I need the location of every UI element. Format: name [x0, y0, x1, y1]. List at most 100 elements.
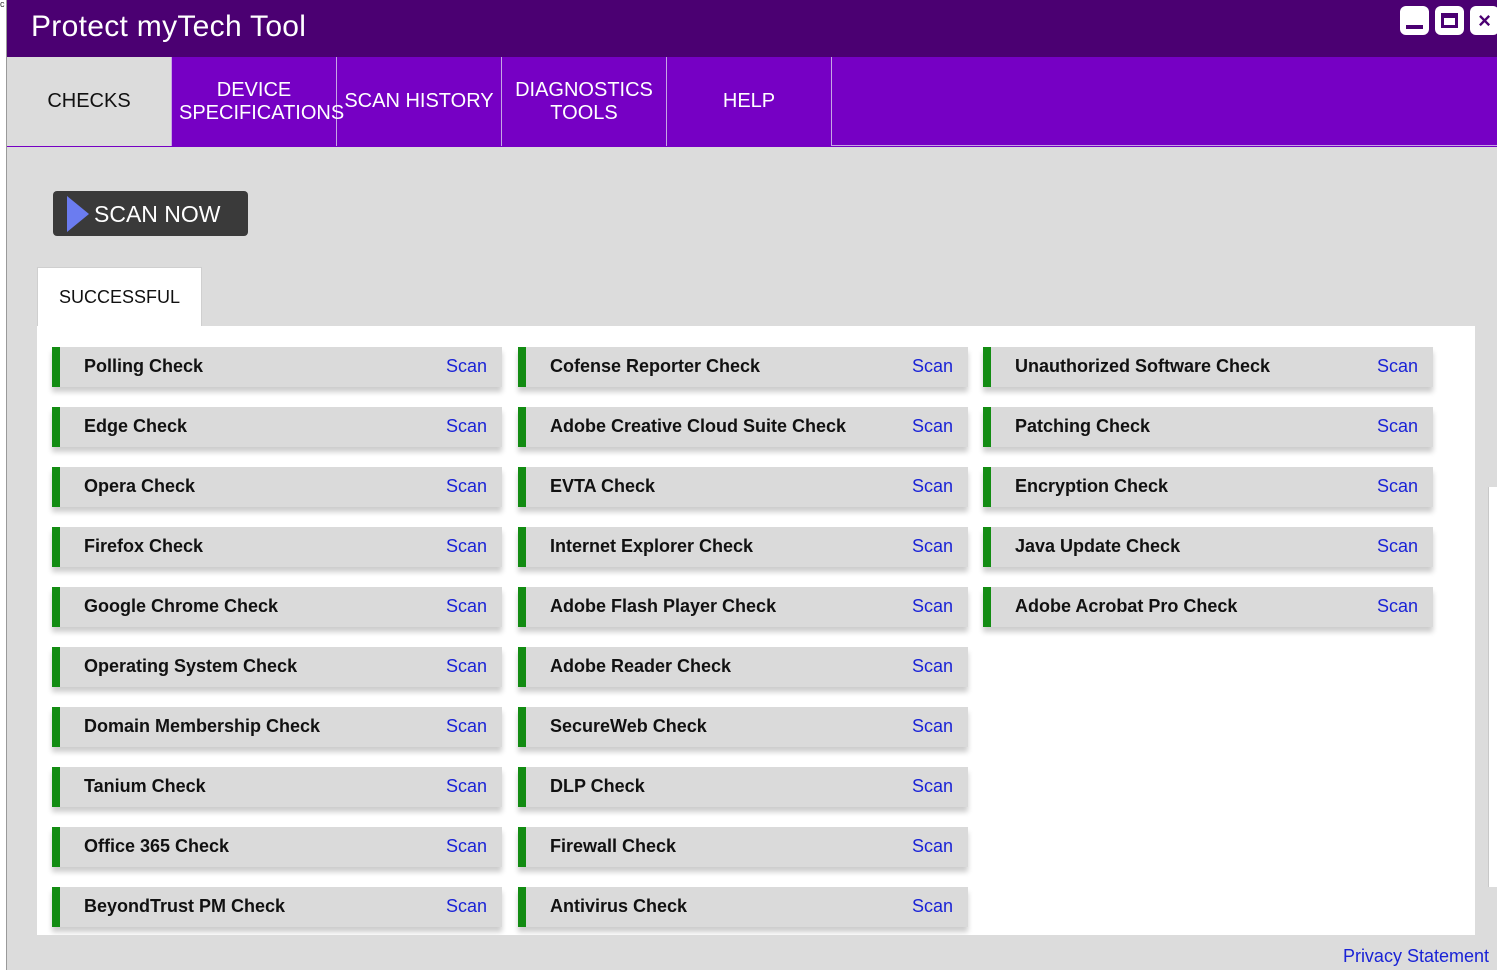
scan-link[interactable]: Scan — [446, 356, 487, 377]
scan-link[interactable]: Scan — [912, 776, 953, 797]
scan-link[interactable]: Scan — [912, 476, 953, 497]
scan-link[interactable]: Scan — [912, 356, 953, 377]
tab-help[interactable]: HELP — [667, 57, 832, 146]
scan-link[interactable]: Scan — [1377, 356, 1418, 377]
check-card-domain-membership-check: Domain Membership Check Scan — [52, 707, 502, 747]
status-indicator — [518, 827, 526, 867]
checks-column-3: Unauthorized Software Check Scan Patching … — [983, 347, 1433, 647]
scan-link[interactable]: Scan — [912, 536, 953, 557]
tab-diagnostics-tools-label: DIAGNOSTICS TOOLS — [515, 78, 653, 124]
close-button[interactable]: × — [1470, 6, 1497, 35]
scan-now-label: SCAN NOW — [94, 201, 221, 227]
tab-scan-history-label: SCAN HISTORY — [344, 90, 494, 112]
check-card-antivirus-check: Antivirus Check Scan — [518, 887, 968, 927]
scan-link[interactable]: Scan — [446, 476, 487, 497]
scan-link[interactable]: Scan — [1377, 596, 1418, 617]
status-indicator — [518, 647, 526, 687]
status-indicator — [983, 347, 991, 387]
scan-link[interactable]: Scan — [1377, 476, 1418, 497]
status-indicator — [983, 527, 991, 567]
tab-diagnostics-tools[interactable]: DIAGNOSTICS TOOLS — [502, 57, 667, 146]
check-name: Edge Check — [84, 416, 188, 436]
check-card-firewall-check: Firewall Check Scan — [518, 827, 968, 867]
check-name: Opera Check — [84, 476, 196, 496]
scan-link[interactable]: Scan — [1377, 536, 1418, 557]
privacy-statement-link[interactable]: Privacy Statement — [1343, 946, 1489, 967]
scan-link[interactable]: Scan — [446, 596, 487, 617]
scan-link[interactable]: Scan — [912, 896, 953, 917]
tab-device-specifications-label: DEVICE SPECIFICATIONS — [179, 78, 345, 124]
tab-checks-label: CHECKS — [47, 90, 131, 112]
check-name: BeyondTrust PM Check — [84, 896, 286, 916]
status-indicator — [518, 767, 526, 807]
check-card-edge-check: Edge Check Scan — [52, 407, 502, 447]
check-card-cofense-reporter-check: Cofense Reporter Check Scan — [518, 347, 968, 387]
status-indicator — [52, 887, 60, 927]
scan-now-button[interactable]: SCAN NOW — [53, 191, 248, 236]
status-indicator — [518, 527, 526, 567]
check-card-operating-system-check: Operating System Check Scan — [52, 647, 502, 687]
title-bar: Protect myTech Tool × — [7, 0, 1497, 57]
check-name: DLP Check — [550, 776, 645, 796]
scan-link[interactable]: Scan — [446, 416, 487, 437]
check-name: Firefox Check — [84, 536, 204, 556]
status-indicator — [52, 767, 60, 807]
check-name: Google Chrome Check — [84, 596, 279, 616]
check-card-tanium-check: Tanium Check Scan — [52, 767, 502, 807]
check-name: Encryption Check — [1015, 476, 1169, 496]
scan-link[interactable]: Scan — [1377, 416, 1418, 437]
check-name: Adobe Creative Cloud Suite Check — [550, 416, 847, 436]
check-name: Operating System Check — [84, 656, 298, 676]
status-indicator — [52, 347, 60, 387]
scan-link[interactable]: Scan — [446, 776, 487, 797]
scan-link[interactable]: Scan — [446, 896, 487, 917]
tab-help-label: HELP — [722, 90, 776, 112]
check-card-adobe-reader-check: Adobe Reader Check Scan — [518, 647, 968, 687]
check-card-adobe-acrobat-pro-check: Adobe Acrobat Pro Check Scan — [983, 587, 1433, 627]
check-name: Adobe Acrobat Pro Check — [1015, 596, 1238, 616]
check-name: Domain Membership Check — [84, 716, 321, 736]
tab-device-specifications[interactable]: DEVICE SPECIFICATIONS — [172, 57, 345, 146]
scan-link[interactable]: Scan — [912, 656, 953, 677]
check-name: Firewall Check — [550, 836, 677, 856]
scan-link[interactable]: Scan — [912, 596, 953, 617]
scan-link[interactable]: Scan — [912, 836, 953, 857]
check-card-encryption-check: Encryption Check Scan — [983, 467, 1433, 507]
tab-successful[interactable]: SUCCESSFUL — [37, 267, 202, 327]
status-indicator — [518, 887, 526, 927]
check-name: EVTA Check — [550, 476, 656, 496]
status-indicator — [983, 407, 991, 447]
check-card-polling-check: Polling Check Scan — [52, 347, 502, 387]
check-name: Adobe Reader Check — [550, 656, 732, 676]
status-indicator — [518, 347, 526, 387]
status-indicator — [983, 587, 991, 627]
check-name: Java Update Check — [1015, 536, 1181, 556]
status-indicator — [52, 587, 60, 627]
check-card-adobe-creative-cloud-suite-check: Adobe Creative Cloud Suite Check Scan — [518, 407, 968, 447]
scan-link[interactable]: Scan — [446, 716, 487, 737]
minimize-icon — [1406, 25, 1423, 29]
maximize-button[interactable] — [1435, 6, 1464, 35]
scan-link[interactable]: Scan — [912, 416, 953, 437]
scan-link[interactable]: Scan — [446, 536, 487, 557]
status-indicator — [52, 707, 60, 747]
tab-bar-filler — [831, 57, 1497, 146]
scan-link[interactable]: Scan — [912, 716, 953, 737]
scan-link[interactable]: Scan — [446, 656, 487, 677]
check-name: Patching Check — [1015, 416, 1151, 436]
checks-panel: Polling Check Scan Edge Check Scan Opera Che… — [37, 326, 1475, 935]
close-icon: × — [1478, 8, 1491, 33]
check-name: Cofense Reporter Check — [550, 356, 761, 376]
check-card-dlp-check: DLP Check Scan — [518, 767, 968, 807]
check-name: Internet Explorer Check — [550, 536, 754, 556]
check-card-secureweb-check: SecureWeb Check Scan — [518, 707, 968, 747]
check-card-adobe-flash-player-check: Adobe Flash Player Check Scan — [518, 587, 968, 627]
scan-link[interactable]: Scan — [446, 836, 487, 857]
tab-scan-history[interactable]: SCAN HISTORY — [337, 57, 502, 146]
status-indicator — [52, 647, 60, 687]
check-card-google-chrome-check: Google Chrome Check Scan — [52, 587, 502, 627]
minimize-button[interactable] — [1400, 6, 1429, 35]
tab-checks[interactable]: CHECKS — [7, 57, 172, 146]
app-title: Protect myTech Tool — [31, 10, 307, 43]
check-card-beyondtrust-pm-check: BeyondTrust PM Check Scan — [52, 887, 502, 927]
